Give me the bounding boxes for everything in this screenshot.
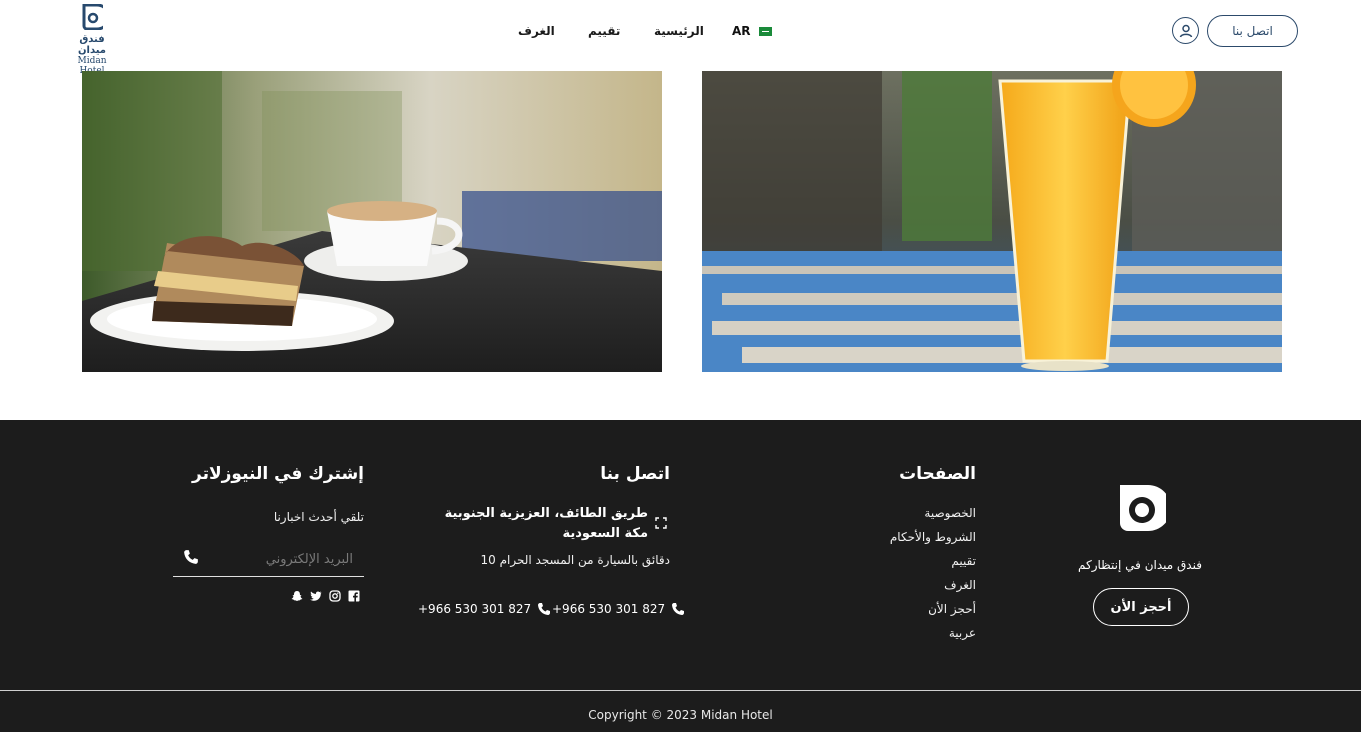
footer-logo-icon <box>1120 485 1171 531</box>
user-icon <box>1179 24 1192 37</box>
footer-link-terms[interactable]: الشروط والأحكام <box>890 530 976 544</box>
footer-link-privacy[interactable]: الخصوصية <box>924 506 976 520</box>
footer-link-rooms[interactable]: الغرف <box>944 578 976 592</box>
nav-item-rooms[interactable]: الغرف <box>518 24 555 38</box>
hotel-logo[interactable]: فندق ميدان Midan Hotel <box>66 3 118 76</box>
phone-1-text: +966 530 301 827 <box>552 602 666 616</box>
contact-heading: اتصل بنا <box>600 464 670 484</box>
newsletter-subtitle: تلقي أحدث اخبارنا <box>273 510 364 524</box>
phone-send-icon[interactable] <box>183 549 199 565</box>
logo-mark-icon <box>82 3 111 31</box>
site-header: فندق ميدان Midan Hotel الغرف تقييم الرئي… <box>0 0 1361 76</box>
orange-juice-photo <box>702 71 1282 372</box>
social-links <box>291 590 360 602</box>
newsletter-heading: إشترك في النيوزلاتر <box>192 464 364 484</box>
footer-tagline: فندق ميدان في إنتظاركم <box>1078 558 1202 572</box>
phone-2-text: +966 530 301 827 <box>418 602 532 616</box>
saudi-flag-icon <box>758 26 772 36</box>
footer-brand <box>1060 482 1220 538</box>
nav-item-reviews[interactable]: تقييم <box>588 24 620 38</box>
copyright-text: Copyright © 2023 Midan Hotel <box>588 708 773 722</box>
distance-note: 10 دقائق بالسيارة من المسجد الحرام <box>480 553 670 567</box>
phone-number-1[interactable]: +966 530 301 827 <box>552 602 685 616</box>
hotel-address: طريق الطائف، العزيزية الجنوبية مكة السعو… <box>444 506 648 541</box>
newsletter-form <box>173 543 364 577</box>
language-switcher[interactable]: AR <box>732 24 772 38</box>
snapchat-icon[interactable] <box>291 590 303 602</box>
instagram-icon[interactable] <box>329 590 341 602</box>
newsletter-email-input[interactable] <box>213 547 353 571</box>
site-footer: فندق ميدان في إنتظاركم أحجز الأن الصفحات… <box>0 420 1361 732</box>
twitter-icon[interactable] <box>310 590 322 602</box>
phone-icon <box>672 603 685 615</box>
nav-item-home[interactable]: الرئيسية <box>654 24 704 38</box>
facebook-icon[interactable] <box>348 590 360 602</box>
contact-us-button[interactable]: اتصل بنا <box>1207 15 1298 47</box>
logo-arabic-text: فندق ميدان <box>77 34 106 56</box>
footer-link-arabic[interactable]: عربية <box>949 626 976 640</box>
book-now-button[interactable]: أحجز الأن <box>1093 588 1189 626</box>
phone-number-2[interactable]: +966 530 301 827 <box>418 602 551 616</box>
location-icon <box>655 517 667 529</box>
phone-icon <box>538 603 551 615</box>
footer-divider <box>0 690 1361 691</box>
footer-link-reviews[interactable]: تقييم <box>951 554 976 568</box>
orange-juice-image <box>702 71 1282 372</box>
footer-link-book-now[interactable]: أحجز الأن <box>928 602 976 616</box>
cake-coffee-photo <box>82 71 662 372</box>
pages-heading: الصفحات <box>899 464 976 484</box>
language-label: AR <box>732 24 751 38</box>
user-account-button[interactable] <box>1172 17 1199 44</box>
cake-coffee-image <box>82 71 662 372</box>
